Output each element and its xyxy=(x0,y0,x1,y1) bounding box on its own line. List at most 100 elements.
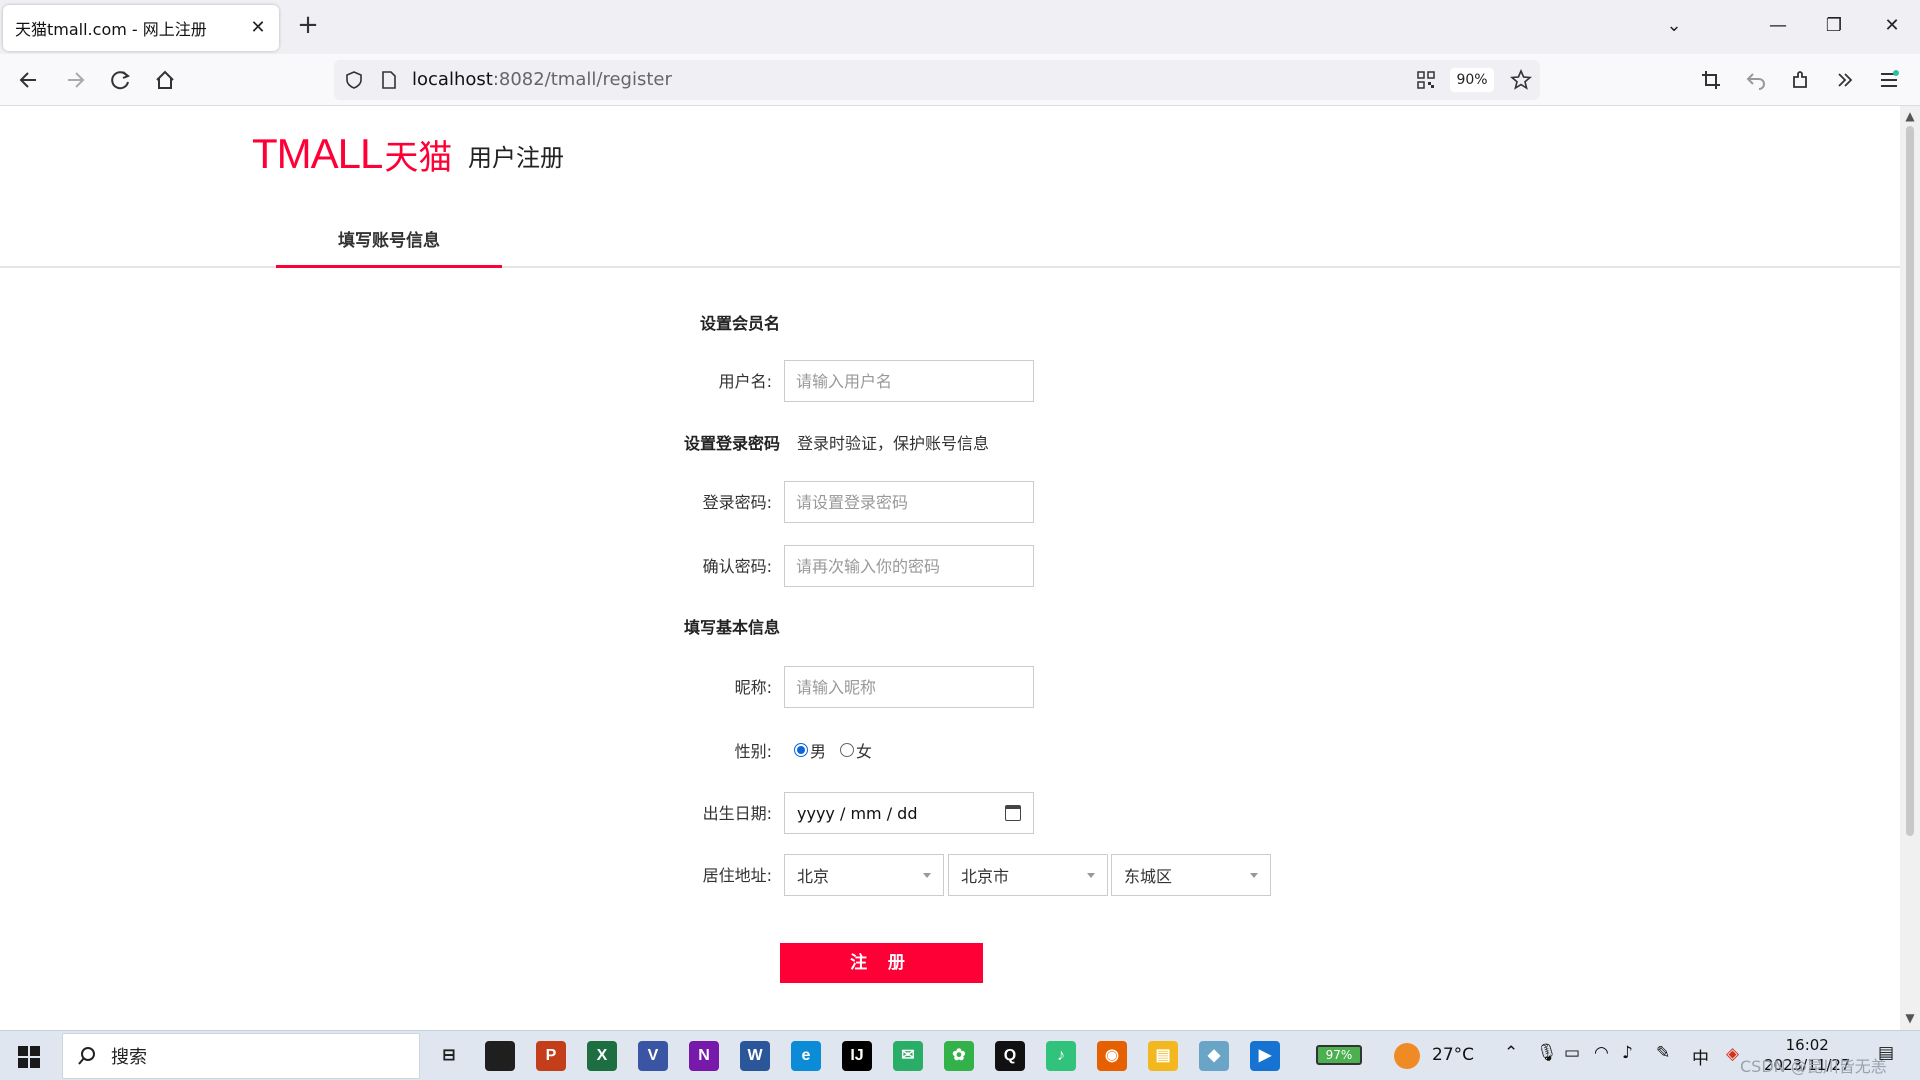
app-green-icon[interactable]: ✿ xyxy=(944,1041,974,1071)
browser-tab[interactable]: 天猫tmall.com - 网上注册 ✕ xyxy=(3,5,279,51)
url-text[interactable]: localhost:8082/tmall/register xyxy=(412,60,672,100)
tab-title: 天猫tmall.com - 网上注册 xyxy=(15,20,207,39)
microphone-icon[interactable]: 🎙 xyxy=(1536,1043,1558,1063)
register-submit-button[interactable]: 注 册 xyxy=(780,943,983,983)
pen-icon[interactable]: ✎ xyxy=(1656,1043,1670,1063)
district-select[interactable]: 东城区 xyxy=(1111,854,1271,896)
list-all-tabs-icon[interactable]: ⌄ xyxy=(1660,12,1688,40)
close-window-button[interactable]: ✕ xyxy=(1878,12,1906,40)
search-text: 搜索 xyxy=(111,1047,147,1068)
overflow-chevron-icon[interactable] xyxy=(1834,69,1856,95)
forward-icon[interactable] xyxy=(58,64,92,96)
screenshot-icon[interactable] xyxy=(1700,69,1722,95)
menu-icon[interactable] xyxy=(1878,69,1900,95)
page-scrollbar[interactable]: ▲ ▼ xyxy=(1900,106,1920,1030)
gender-female-label[interactable]: 女 xyxy=(856,738,872,762)
tmall-logo[interactable]: TMALL 天猫 xyxy=(252,130,452,178)
zoom-level[interactable]: 90% xyxy=(1450,68,1494,92)
visio-icon[interactable]: V xyxy=(638,1041,668,1071)
volume-icon[interactable]: ♪ xyxy=(1622,1043,1633,1063)
password-label: 登录密码: xyxy=(702,493,772,512)
battery-indicator[interactable]: 97% xyxy=(1316,1045,1362,1065)
scrollbar-thumb[interactable] xyxy=(1906,126,1914,836)
city-select[interactable]: 北京市 xyxy=(948,854,1108,896)
undo-icon[interactable] xyxy=(1745,69,1767,95)
battery-icon[interactable]: ▭ xyxy=(1564,1043,1580,1063)
chevron-down-icon xyxy=(1250,872,1258,878)
section-title-member: 设置会员名 xyxy=(699,314,780,333)
firefox-icon[interactable]: ◉ xyxy=(1097,1041,1127,1071)
gender-male-label[interactable]: 男 xyxy=(810,738,826,762)
app-blue-icon[interactable]: ◆ xyxy=(1199,1041,1229,1071)
search-icon xyxy=(78,1047,95,1065)
section-title-password: 设置登录密码 xyxy=(683,434,780,453)
sticky-notes-icon[interactable] xyxy=(485,1041,515,1071)
tab-close-icon[interactable]: ✕ xyxy=(249,19,267,37)
register-page: TMALL 天猫 用户注册 填写账号信息 设置会员名 用户名: 设置登录密码 登… xyxy=(0,106,1900,1030)
onenote-icon[interactable]: N xyxy=(689,1041,719,1071)
file-explorer-icon[interactable]: ▤ xyxy=(1148,1041,1178,1071)
temperature[interactable]: 27°C xyxy=(1432,1045,1474,1065)
qq-icon[interactable]: Q xyxy=(995,1041,1025,1071)
tray-chevron-up-icon[interactable]: ⌃ xyxy=(1504,1043,1518,1063)
scroll-up-icon[interactable]: ▲ xyxy=(1904,110,1916,122)
url-bar[interactable]: localhost:8082/tmall/register 90% xyxy=(334,60,1540,100)
edge-icon[interactable]: e xyxy=(791,1041,821,1071)
clock-time: 16:02 xyxy=(1785,1036,1829,1054)
username-label: 用户名: xyxy=(718,372,772,391)
tray-app-icon[interactable]: ◈ xyxy=(1726,1044,1739,1064)
weather-icon[interactable] xyxy=(1394,1043,1420,1069)
excel-icon[interactable]: X xyxy=(587,1041,617,1071)
ime-indicator[interactable]: 中 xyxy=(1692,1044,1709,1069)
minimize-button[interactable]: — xyxy=(1764,12,1792,40)
birthday-date-input[interactable]: yyyy / mm / dd xyxy=(784,792,1034,834)
gender-male-radio[interactable] xyxy=(794,743,808,757)
password-note: 登录时验证，保护账号信息 xyxy=(797,434,990,453)
windows-start-icon[interactable] xyxy=(18,1046,40,1068)
browser-nav-bar: localhost:8082/tmall/register 90% xyxy=(0,54,1920,106)
task-view-icon[interactable]: ⊟ xyxy=(434,1041,464,1071)
qr-code-icon[interactable] xyxy=(1416,70,1436,94)
birthday-label: 出生日期: xyxy=(702,804,772,823)
bookmark-star-icon[interactable] xyxy=(1510,68,1532,95)
chevron-down-icon xyxy=(1087,872,1095,878)
media-player-icon[interactable]: ▶ xyxy=(1250,1041,1280,1071)
gender-female-radio[interactable] xyxy=(840,743,855,757)
step-tab-account-info: 填写账号信息 xyxy=(276,226,502,268)
password-input[interactable] xyxy=(784,481,1034,523)
url-host: localhost xyxy=(412,69,493,90)
city-value: 北京市 xyxy=(961,867,1010,886)
nickname-input[interactable] xyxy=(784,666,1034,708)
section-title-basic: 填写基本信息 xyxy=(683,618,780,637)
taskbar-search-box[interactable]: 搜索 xyxy=(62,1033,420,1079)
scroll-down-icon[interactable]: ▼ xyxy=(1904,1012,1916,1024)
windows-taskbar: 搜索 ⊟ P X V N We IJ ✉ ✿ Q ♪ ◉ ▤ ◆ ▶ 97% 27°C ⌃ 🎙 ▭ ◠ ♪ … xyxy=(0,1030,1920,1080)
qq-music-icon[interactable]: ♪ xyxy=(1046,1041,1076,1071)
home-icon[interactable] xyxy=(148,64,182,96)
intellij-icon[interactable]: IJ xyxy=(842,1041,872,1071)
word-icon[interactable]: W xyxy=(740,1041,770,1071)
wifi-icon[interactable]: ◠ xyxy=(1594,1043,1609,1063)
page-icon[interactable] xyxy=(380,70,398,94)
username-input[interactable] xyxy=(784,360,1034,402)
page-title: 用户注册 xyxy=(468,144,564,172)
chevron-down-icon xyxy=(923,872,931,878)
calendar-icon[interactable] xyxy=(1005,805,1021,821)
gender-radio-group: 男 女 xyxy=(794,738,872,762)
nickname-label: 昵称: xyxy=(734,678,772,697)
extensions-icon[interactable] xyxy=(1790,69,1812,95)
confirm-password-input[interactable] xyxy=(784,545,1034,587)
notification-icon[interactable]: ▤ xyxy=(1878,1043,1894,1063)
wechat-icon[interactable]: ✉ xyxy=(893,1041,923,1071)
logo-cn: 天猫 xyxy=(384,137,453,178)
back-icon[interactable] xyxy=(12,64,46,96)
new-tab-button[interactable]: + xyxy=(294,12,322,40)
url-path: :8082/tmall/register xyxy=(492,69,672,90)
district-value: 东城区 xyxy=(1124,867,1173,886)
reload-icon[interactable] xyxy=(103,64,137,96)
restore-button[interactable]: ❐ xyxy=(1820,12,1848,40)
browser-tab-bar: 天猫tmall.com - 网上注册 ✕ + ⌄ — ❐ ✕ xyxy=(0,0,1920,54)
shield-icon[interactable] xyxy=(344,70,364,94)
province-select[interactable]: 北京 xyxy=(784,854,944,896)
powerpoint-icon[interactable]: P xyxy=(536,1041,566,1071)
